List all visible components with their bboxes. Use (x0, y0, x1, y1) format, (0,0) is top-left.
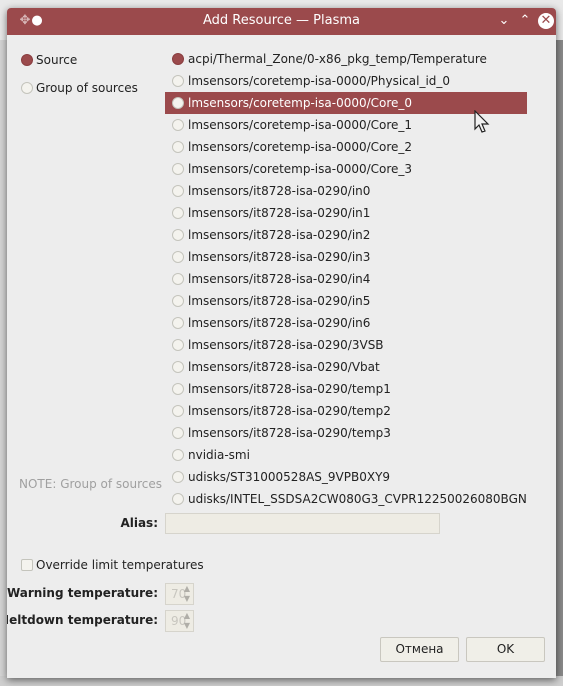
meltdown-label: Meltdown temperature: (7, 613, 158, 627)
source-item[interactable]: lmsensors/coretemp-isa-0000/Core_3 (165, 158, 527, 180)
override-checkbox[interactable] (21, 559, 33, 571)
radio-icon[interactable] (172, 185, 184, 197)
mouse-cursor-icon (474, 110, 490, 133)
source-item[interactable]: lmsensors/it8728-isa-0290/in1 (165, 202, 527, 224)
source-item-label: lmsensors/it8728-isa-0290/in4 (188, 272, 371, 286)
source-item[interactable]: lmsensors/coretemp-isa-0000/Core_2 (165, 136, 527, 158)
window-title: Add Resource — Plasma (202, 13, 360, 28)
source-item-label: lmsensors/it8728-isa-0290/3VSB (188, 338, 384, 352)
source-label: Source (36, 53, 78, 67)
source-item-label: lmsensors/it8728-isa-0290/temp1 (188, 382, 391, 396)
radio-icon[interactable] (172, 449, 184, 461)
spin-arrows-icon[interactable]: ▲ ▼ (184, 584, 190, 604)
spin-arrows-icon[interactable]: ▲ ▼ (184, 611, 190, 631)
override-label[interactable]: Override limit temperatures (36, 558, 204, 572)
source-item[interactable]: nvidia-smi (165, 444, 527, 466)
source-item[interactable]: lmsensors/coretemp-isa-0000/Core_0 (165, 92, 527, 114)
radio-icon[interactable] (172, 339, 184, 351)
source-item[interactable]: lmsensors/it8728-isa-0290/in4 (165, 268, 527, 290)
radio-icon[interactable] (172, 97, 184, 109)
source-item-label: lmsensors/it8728-isa-0290/Vbat (188, 360, 380, 374)
source-item[interactable]: udisks/ST31000528AS_9VPB0XY9 (165, 466, 527, 488)
radio-icon[interactable] (172, 471, 184, 483)
radio-icon[interactable] (172, 427, 184, 439)
add-resource-dialog: ✥ ● Add Resource — Plasma ⌄ ⌃ ✕ Source G… (7, 8, 556, 678)
source-item-label: lmsensors/it8728-isa-0290/in1 (188, 206, 371, 220)
source-item[interactable]: lmsensors/it8728-isa-0290/in5 (165, 290, 527, 312)
radio-icon[interactable] (172, 119, 184, 131)
source-item[interactable]: lmsensors/it8728-isa-0290/Vbat (165, 356, 527, 378)
source-item-label: acpi/Thermal_Zone/0-x86_pkg_temp/Tempera… (188, 52, 487, 66)
radio-icon[interactable] (172, 317, 184, 329)
radio-icon[interactable] (172, 141, 184, 153)
warning-temperature-spinbox[interactable]: 70 ▲ ▼ (165, 583, 194, 605)
source-item[interactable]: lmsensors/it8728-isa-0290/temp1 (165, 378, 527, 400)
source-item-label: lmsensors/it8728-isa-0290/in3 (188, 250, 371, 264)
source-item-label: lmsensors/coretemp-isa-0000/Core_0 (188, 96, 413, 110)
source-item[interactable]: acpi/Thermal_Zone/0-x86_pkg_temp/Tempera… (165, 48, 527, 70)
radio-icon[interactable] (172, 361, 184, 373)
source-item-label: lmsensors/it8728-isa-0290/temp2 (188, 404, 391, 418)
source-item[interactable]: lmsensors/it8728-isa-0290/temp3 (165, 422, 527, 444)
radio-icon[interactable] (172, 207, 184, 219)
group-label: Group of sources (36, 81, 138, 95)
cancel-button[interactable]: Отмена (380, 637, 459, 662)
radio-icon[interactable] (172, 229, 184, 241)
radio-icon[interactable] (172, 163, 184, 175)
source-item-label: lmsensors/coretemp-isa-0000/Physical_id_… (188, 74, 451, 88)
radio-icon[interactable] (172, 251, 184, 263)
source-item-label: lmsensors/it8728-isa-0290/in0 (188, 184, 371, 198)
radio-icon[interactable] (21, 82, 33, 94)
radio-icon[interactable] (172, 75, 184, 87)
source-item[interactable]: lmsensors/it8728-isa-0290/in6 (165, 312, 527, 334)
source-item-label: lmsensors/coretemp-isa-0000/Core_3 (188, 162, 413, 176)
source-item-label: lmsensors/it8728-isa-0290/in6 (188, 316, 371, 330)
source-item-label: lmsensors/it8728-isa-0290/in5 (188, 294, 371, 308)
source-item-label: lmsensors/coretemp-isa-0000/Core_2 (188, 140, 413, 154)
source-item-label: lmsensors/it8728-isa-0290/temp3 (188, 426, 391, 440)
warning-label: Warning temperature: (7, 586, 158, 600)
source-item-label: udisks/ST31000528AS_9VPB0XY9 (188, 470, 391, 484)
minimize-icon[interactable]: ⌄ (496, 13, 512, 29)
source-item[interactable]: lmsensors/coretemp-isa-0000/Physical_id_… (165, 70, 527, 92)
radio-icon[interactable] (172, 295, 184, 307)
radio-icon[interactable] (172, 493, 184, 505)
radio-icon[interactable] (172, 383, 184, 395)
source-item[interactable]: udisks/INTEL_SSDSA2CW080G3_CVPR122500260… (165, 488, 527, 510)
close-icon[interactable]: ✕ (538, 13, 554, 29)
source-item-label: udisks/INTEL_SSDSA2CW080G3_CVPR122500260… (188, 492, 527, 506)
source-item[interactable]: lmsensors/it8728-isa-0290/in2 (165, 224, 527, 246)
source-item-label: lmsensors/coretemp-isa-0000/Core_1 (188, 118, 413, 132)
alias-input[interactable] (165, 513, 440, 534)
radio-icon[interactable] (172, 405, 184, 417)
meltdown-temperature-spinbox[interactable]: 90 ▲ ▼ (165, 610, 194, 632)
ok-button[interactable]: OK (466, 637, 545, 662)
source-item[interactable]: lmsensors/coretemp-isa-0000/Core_1 (165, 114, 527, 136)
radio-icon[interactable] (172, 273, 184, 285)
note-text: NOTE: Group of sources shows max tempera… (19, 477, 164, 491)
source-item[interactable]: lmsensors/it8728-isa-0290/temp2 (165, 400, 527, 422)
source-item-label: nvidia-smi (188, 448, 250, 462)
source-item[interactable]: lmsensors/it8728-isa-0290/in0 (165, 180, 527, 202)
radio-icon[interactable] (172, 53, 184, 65)
title-bar[interactable]: ✥ ● Add Resource — Plasma ⌄ ⌃ ✕ (7, 8, 556, 35)
source-item[interactable]: lmsensors/it8728-isa-0290/in3 (165, 246, 527, 268)
source-item[interactable]: lmsensors/it8728-isa-0290/3VSB (165, 334, 527, 356)
radio-icon[interactable] (21, 54, 33, 66)
source-item-label: lmsensors/it8728-isa-0290/in2 (188, 228, 371, 242)
maximize-icon[interactable]: ⌃ (517, 13, 533, 29)
alias-label: Alias: (120, 516, 158, 530)
